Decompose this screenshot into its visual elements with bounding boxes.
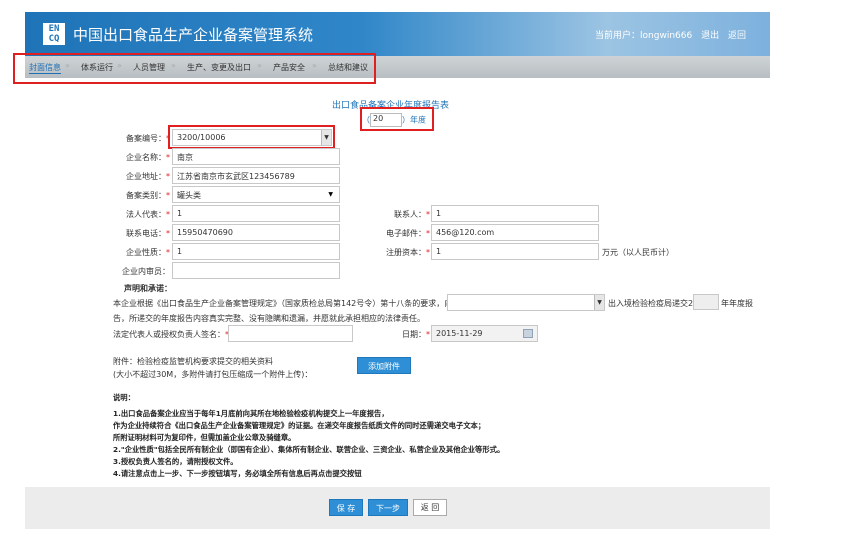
capital-unit: 万元（以人民币计） [602, 248, 674, 257]
capital-field[interactable]: 1 [431, 243, 599, 260]
app-header: EN CQ 中国出口食品生产企业备案管理系统 当前用户：longwin666 退… [25, 12, 770, 56]
legal-rep-label: 法人代表：* [126, 210, 170, 219]
company-name-field[interactable]: 南京 [172, 148, 340, 165]
reviewer-label: 企业内审员： [122, 267, 170, 276]
signer-label: 法定代表人或授权负责人签名：* [113, 330, 229, 339]
company-name-label: 企业名称：* [126, 153, 170, 162]
notes-heading: 说明： [113, 393, 135, 402]
current-user-label: 当前用户：longwin666 [595, 31, 693, 41]
highlight-box-record [168, 125, 335, 149]
phone-label: 联系电话：* [126, 229, 170, 238]
footer-bar: 保 存 下一步 返 回 [25, 487, 770, 529]
reviewer-field[interactable] [172, 262, 340, 279]
chevron-down-icon[interactable]: ▼ [594, 295, 604, 310]
date-field[interactable]: 2015-11-29 [431, 325, 538, 342]
declaration-heading: 声明和承诺： [124, 284, 172, 293]
record-type-label: 备案类别：* [126, 191, 170, 200]
highlight-box-year [360, 107, 434, 131]
date-label: 日期：* [402, 330, 430, 339]
inspection-bureau-select[interactable]: ▼ [447, 294, 605, 311]
note-line: 所附证明材料可为复印件，但需加盖企业公章及骑缝章。 [113, 433, 296, 442]
contact-label: 联系人：* [394, 210, 430, 219]
next-button[interactable]: 下一步 [368, 499, 408, 516]
note-line: 1.出口食品备案企业应当于每年1月底前向其所在地检验检疫机构提交上一年度报告， [113, 409, 389, 418]
declaration-line1a: 本企业根据《出口食品生产企业备案管理规定》（国家质检总局第142号令）第十八条的… [113, 299, 453, 308]
user-area: 当前用户：longwin666 退出 返回 [589, 28, 746, 41]
attachment-line1: 附件：检验检疫监管机构要求提交的相关资料 [113, 357, 273, 366]
attachment-line2: (大小不超过30M，多附件请打包压缩成一个附件上传)： [113, 370, 313, 379]
contact-field[interactable]: 1 [431, 205, 599, 222]
note-line: 4.请注意点击上一步、下一步按钮填写，务必填全所有信息后再点击提交按钮 [113, 469, 362, 478]
notes-block: 说明： 1.出口食品备案企业应当于每年1月底前向其所在地检验检疫机构提交上一年度… [113, 392, 504, 480]
record-type-select[interactable]: 罐头类 ▼ [172, 186, 340, 203]
capital-label: 注册资本：* [386, 248, 430, 257]
back-link[interactable]: 返回 [728, 31, 746, 41]
declaration-line1c: 年年度报 [721, 299, 753, 308]
nature-field[interactable]: 1 [172, 243, 340, 260]
system-title: 中国出口食品生产企业备案管理系统 [73, 26, 314, 44]
back-button[interactable]: 返 回 [413, 499, 447, 516]
highlight-box-nav [13, 53, 376, 84]
phone-field[interactable]: 15950470690 [172, 224, 340, 241]
add-attachment-button[interactable]: 添加附件 [357, 357, 411, 374]
declaration-line1b: 出入境检验检疫局递交20 [608, 299, 699, 308]
note-line: 3.授权负责人签名的，请附授权文件。 [113, 457, 238, 466]
logout-link[interactable]: 退出 [701, 31, 719, 41]
save-button[interactable]: 保 存 [329, 499, 363, 516]
chevron-down-icon[interactable]: ▼ [328, 191, 333, 198]
declaration-line2: 告，所递交的年度报告内容真实完整、没有隐瞒和遗漏，并愿就此承担相应的法律责任。 [113, 314, 425, 323]
declaration-year-input[interactable] [693, 294, 719, 310]
cnca-logo: EN CQ [43, 23, 65, 45]
nature-label: 企业性质：* [126, 248, 170, 257]
company-address-field[interactable]: 江苏省南京市玄武区123456789 [172, 167, 340, 184]
note-line: 2."企业性质"包括全民所有制企业（即国有企业）、集体所有制企业、联营企业、三资… [113, 445, 505, 454]
note-line: 作为企业持续符合《出口食品生产企业备案管理规定》的证据。在递交年度报告纸质文件的… [113, 421, 486, 430]
record-no-label: 备案编号：* [126, 134, 170, 143]
legal-rep-field[interactable]: 1 [172, 205, 340, 222]
calendar-icon[interactable] [523, 329, 533, 338]
email-field[interactable]: 456@120.com [431, 224, 599, 241]
email-label: 电子邮件：* [386, 229, 430, 238]
company-address-label: 企业地址：* [126, 172, 170, 181]
signer-field[interactable] [228, 325, 353, 342]
